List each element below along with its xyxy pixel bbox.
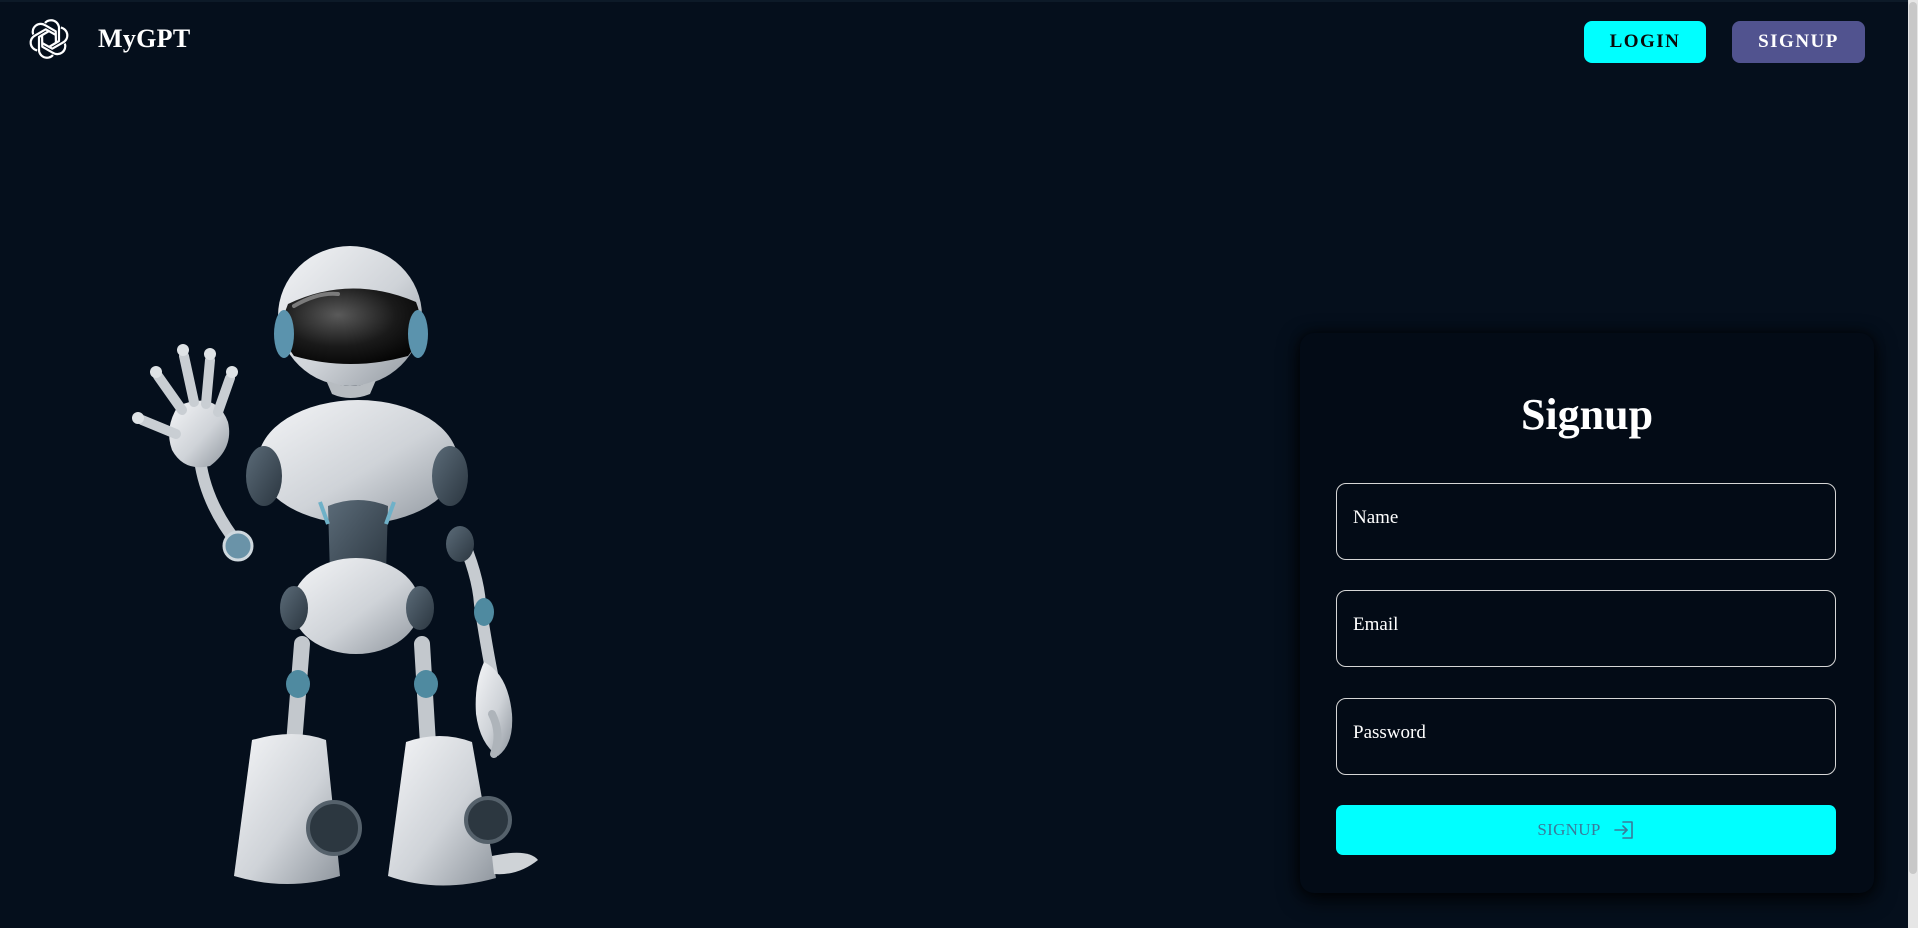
- email-input[interactable]: [1336, 590, 1836, 667]
- top-nav: MyGPT LOGIN SIGNUP: [0, 0, 1908, 80]
- signup-nav-button[interactable]: SIGNUP: [1732, 21, 1865, 63]
- login-arrow-icon: [1613, 821, 1633, 839]
- robot-illustration: [88, 244, 548, 900]
- scrollbar-thumb[interactable]: [1909, 2, 1917, 874]
- login-nav-button[interactable]: LOGIN: [1584, 21, 1706, 63]
- signup-page: MyGPT LOGIN SIGNUP Signup Name Email SIG…: [0, 0, 1918, 928]
- signup-card: Signup SIGNUP: [1300, 333, 1874, 893]
- brand-logo[interactable]: MyGPT: [28, 18, 191, 60]
- scrollbar-track[interactable]: [1908, 0, 1918, 928]
- signup-submit-label: SIGNUP: [1537, 820, 1601, 839]
- robot-icon: [132, 246, 538, 886]
- password-input[interactable]: [1336, 698, 1836, 775]
- brand-name: MyGPT: [98, 24, 191, 53]
- openai-logo-icon: [29, 19, 69, 59]
- name-input[interactable]: [1336, 483, 1836, 560]
- card-title: Signup: [1520, 390, 1654, 439]
- signup-submit-button[interactable]: SIGNUP: [1336, 805, 1836, 855]
